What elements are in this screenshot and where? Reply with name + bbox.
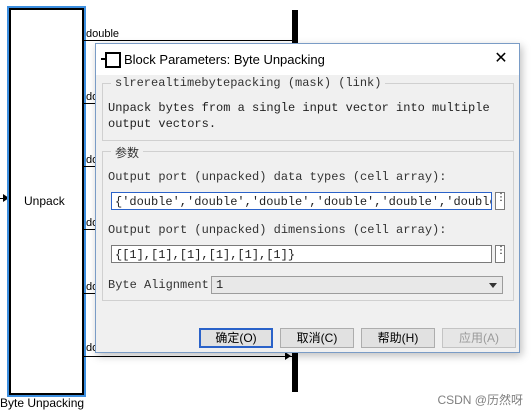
help-button[interactable]: 帮助(H) — [361, 328, 435, 348]
data-types-value: {'double','double','double','double','do… — [115, 195, 492, 209]
parameters-title: 参数 — [111, 144, 144, 161]
chevron-down-icon — [489, 283, 497, 288]
dialog-title: Block Parameters: Byte Unpacking — [124, 52, 325, 67]
cancel-button[interactable]: 取消(C) — [280, 328, 354, 348]
block-icon — [101, 52, 121, 68]
output-line-1[interactable] — [83, 40, 292, 41]
dimensions-more-button[interactable]: ⋮ — [495, 245, 506, 263]
data-types-more-button[interactable]: ⋮ — [495, 192, 506, 210]
byte-alignment-value: 1 — [216, 278, 224, 292]
output-line-3[interactable] — [83, 166, 95, 167]
watermark: CSDN @历然呀 — [437, 393, 523, 407]
close-button[interactable]: ✕ — [491, 49, 511, 69]
output-line-4[interactable] — [83, 229, 95, 230]
mask-title: slrerealtimebytepacking (mask) (link) — [111, 76, 386, 90]
mask-description: Unpack bytes from a single input vector … — [108, 101, 490, 131]
output-label-1: double — [86, 28, 120, 40]
block-name[interactable]: Byte Unpacking — [0, 396, 84, 410]
output-line-2[interactable] — [83, 103, 95, 104]
dimensions-input[interactable]: {[1],[1],[1],[1],[1],[1]} — [111, 245, 492, 263]
output-line-5[interactable] — [83, 293, 95, 294]
data-types-input[interactable]: {'double','double','double','double','do… — [111, 192, 492, 210]
output-arrow-head-6 — [285, 352, 291, 360]
data-types-label: Output port (unpacked) data types (cell … — [108, 170, 447, 184]
mask-description-group: slrerealtimebytepacking (mask) (link) Un… — [102, 76, 514, 141]
byte-alignment-label: Byte Alignment: — [108, 278, 217, 292]
dialog-titlebar[interactable]: Block Parameters: Byte Unpacking ✕ — [96, 44, 519, 75]
byte-alignment-select[interactable]: 1 — [211, 276, 503, 294]
ok-button[interactable]: 确定(O) — [199, 328, 273, 348]
bus-bar-bottom[interactable] — [292, 350, 298, 392]
output-line-6[interactable] — [83, 356, 292, 357]
block-parameters-dialog: Block Parameters: Byte Unpacking ✕ slrer… — [95, 43, 520, 353]
parameters-group: 参数 Output port (unpacked) data types (ce… — [102, 144, 514, 301]
apply-button[interactable]: 应用(A) — [442, 328, 516, 348]
dimensions-label: Output port (unpacked) dimensions (cell … — [108, 223, 447, 237]
block-label: Unpack — [24, 194, 65, 208]
